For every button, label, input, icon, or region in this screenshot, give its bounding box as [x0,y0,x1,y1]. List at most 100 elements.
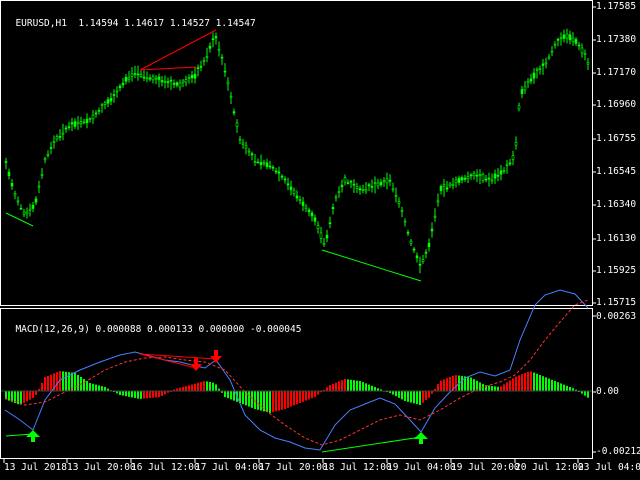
candle-body [241,142,245,145]
histogram-bar [326,387,328,391]
candle-body [379,181,383,186]
histogram-bar [332,383,334,391]
candle-body [208,45,212,49]
candle-body [580,47,584,54]
histogram-bar [158,391,160,398]
histogram-bar [356,380,358,391]
candle-body [394,195,398,197]
time-tick: 17 Jul 04:00 [195,462,264,473]
histogram-bar [47,375,49,391]
bull-arrow-icon [26,430,428,444]
candle-body [280,175,284,178]
candle-body [535,68,539,71]
candle-body [262,161,266,164]
candle-body [505,164,509,166]
candle-body [361,189,365,191]
candle-body [463,177,467,180]
candle-body [460,177,464,181]
histogram-bar [329,385,331,391]
histogram-bar [401,391,403,400]
candle-body [205,56,209,58]
histogram-bar [275,391,277,412]
histogram-bar [362,382,364,391]
candle-body [322,242,326,245]
candle-body [304,206,308,209]
histogram-bar [206,381,208,391]
histogram-bar [551,379,553,391]
candle-body [373,182,377,184]
histogram-bar [104,387,106,391]
symbol-timeframe: EURUSD,H1 [15,18,67,29]
candle-body [424,251,428,254]
price-tick: 1.16130 [596,233,637,244]
macd-name: MACD(12,26,9) [15,324,90,335]
candle-body [151,76,155,81]
histogram-bar [290,391,292,407]
candle-body [556,38,560,41]
candle-body [307,209,311,213]
candle-body [565,33,569,39]
histogram-bar [518,375,520,391]
candle-body [520,89,524,95]
candle-body [340,184,344,188]
candle-body [547,56,551,59]
candle-body [40,174,44,176]
candle-body [181,80,185,83]
histogram-bar [62,371,64,391]
candle-body [526,80,530,83]
candle-body [91,114,95,120]
candle-body [277,171,281,174]
histogram-bar [302,391,304,402]
candle-body [478,174,482,176]
histogram-bar [77,375,79,391]
candle-body [73,121,77,127]
candle-body [496,174,500,177]
candle-body [154,77,158,80]
candle-body [94,112,98,115]
candle-body [217,48,221,51]
candle-body [274,170,278,173]
candle-body [571,37,575,42]
histogram-bar [407,391,409,402]
candle-body [19,208,23,210]
chart-canvas[interactable] [0,0,640,480]
histogram-bar [137,391,139,399]
candle-body [313,217,317,222]
histogram-bar [467,376,469,391]
candle-body [445,187,449,190]
histogram-bar [20,391,22,405]
histogram-bar [23,391,25,403]
histogram-bar [227,391,229,399]
candle-body [37,185,41,188]
histogram-bar [215,384,217,391]
macd-tick: -0.002127 [596,446,640,457]
candle-body [142,76,146,79]
histogram-bar [155,391,157,398]
candle-body [487,177,491,180]
histogram-bar [278,391,280,411]
histogram-bar [371,385,373,391]
histogram-bar [560,383,562,391]
candle-body [403,220,407,223]
candle-body [220,56,224,59]
candle-body [61,132,65,135]
candle-body [178,82,182,88]
candle-body [550,50,554,53]
candle-body [184,79,188,83]
histogram-bar [422,391,424,403]
histogram-bar [506,382,508,391]
candle-body [511,155,515,160]
candle-body [160,80,164,83]
chart-title: EURUSD,H1 1.14594 1.14617 1.14527 1.1454… [4,7,255,29]
candle-body [211,38,215,41]
candle-body [400,210,404,212]
time-tick: 23 Jul 04:00 [578,462,640,473]
histogram-bar [161,391,163,396]
candle-body [49,147,53,149]
histogram-bar [503,384,505,391]
histogram-bar [587,391,589,398]
candle-body [202,59,206,62]
histogram-bar [83,379,85,391]
candle-body [82,121,86,124]
histogram-bar [494,386,496,391]
